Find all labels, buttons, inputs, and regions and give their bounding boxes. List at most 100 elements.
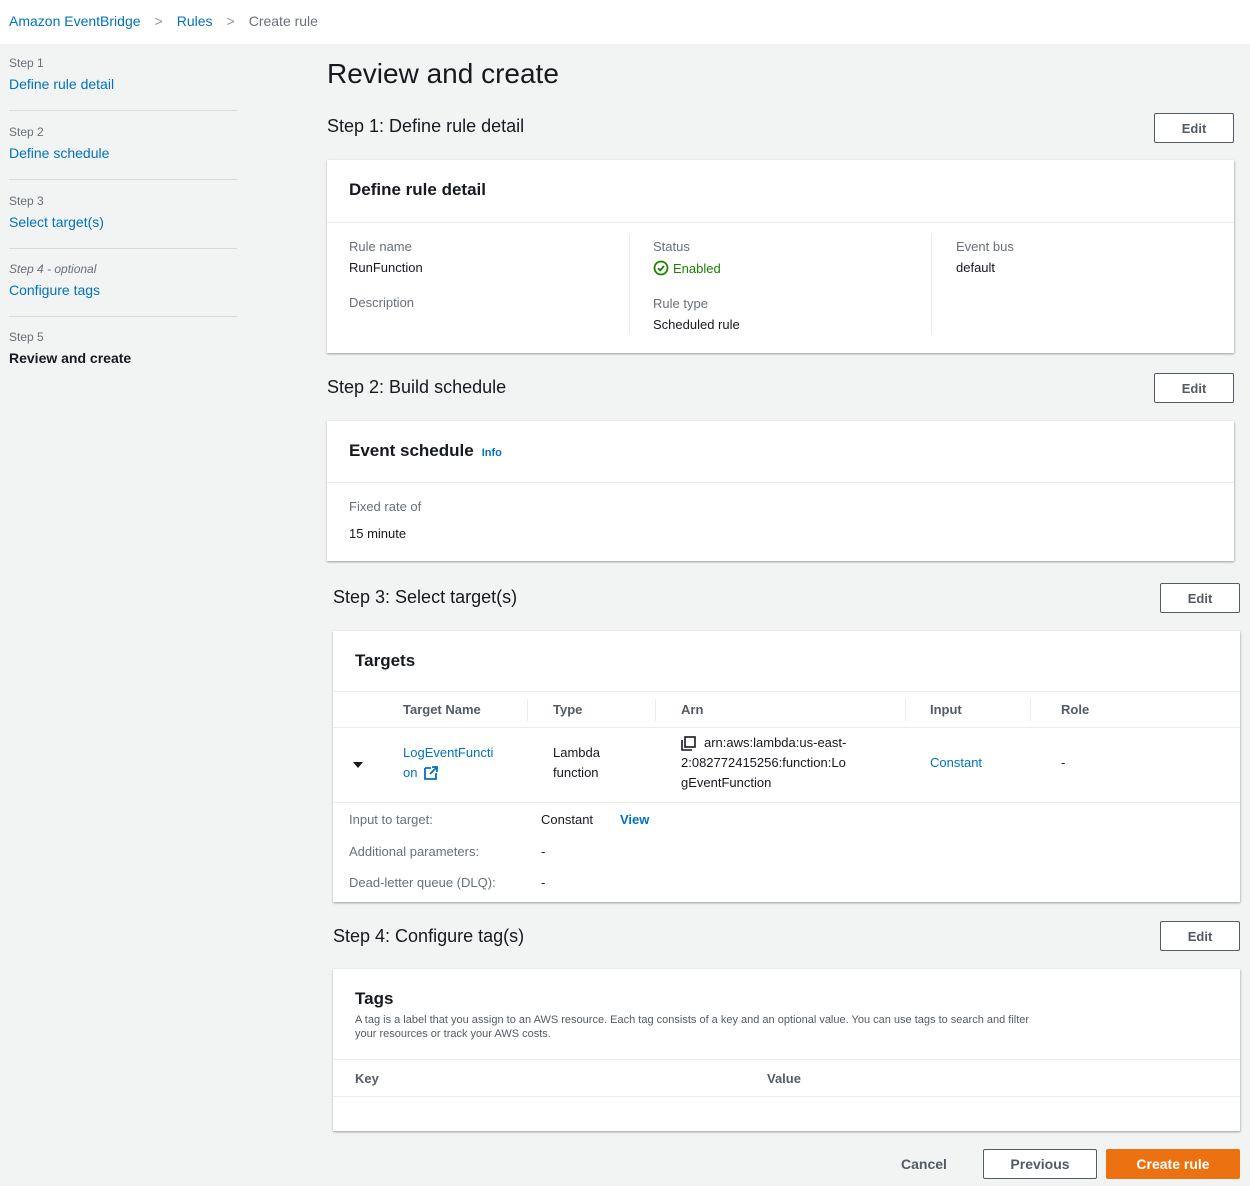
- step4-heading: Step 4: Configure tag(s): [333, 926, 525, 946]
- previous-button[interactable]: Previous: [983, 1149, 1097, 1179]
- column-separator: [905, 699, 906, 721]
- breadcrumb-eventbridge-link[interactable]: Amazon EventBridge: [9, 13, 141, 29]
- step-divider: [9, 179, 237, 180]
- event-schedule-card: Event schedule Info Fixed rate of 15 min…: [327, 421, 1234, 561]
- breadcrumb-chevron-icon: >: [154, 13, 163, 29]
- rule-name-value: RunFunction: [349, 260, 423, 275]
- column-header-arn[interactable]: Arn: [681, 702, 703, 717]
- target-name-line1: LogEventFuncti: [403, 745, 494, 760]
- column-header-value[interactable]: Value: [767, 1071, 801, 1086]
- page-title: Review and create: [327, 58, 559, 89]
- target-type: Lambda function: [553, 743, 600, 783]
- breadcrumb-rules-link[interactable]: Rules: [177, 13, 213, 29]
- target-arn-line2: 2:082772415256:function:Lo: [681, 755, 846, 770]
- dlq-value: -: [541, 875, 546, 890]
- event-bus-label: Event bus: [956, 239, 1014, 254]
- target-input-link[interactable]: Constant: [930, 753, 982, 773]
- step2-edit-button[interactable]: Edit: [1154, 373, 1234, 403]
- tags-description-line2: your resources or track your AWS costs.: [355, 1028, 551, 1040]
- target-type-line2: function: [553, 765, 599, 780]
- card-title: Targets: [355, 651, 416, 670]
- create-rule-button[interactable]: Create rule: [1106, 1149, 1240, 1179]
- wizard-step-current-review: Review and create: [9, 350, 132, 366]
- dlq-label: Dead-letter queue (DLQ):: [349, 875, 496, 890]
- step3-heading: Step 3: Select target(s): [333, 587, 518, 607]
- step4-edit-button[interactable]: Edit: [1160, 921, 1240, 951]
- table-header-divider: [333, 727, 1240, 728]
- rule-type-label: Rule type: [653, 296, 708, 311]
- tags-card: Tags A tag is a label that you assign to…: [333, 969, 1240, 1131]
- card-title: Tags: [355, 989, 394, 1008]
- caret-down-icon[interactable]: [352, 761, 364, 769]
- step-number: Step 2: [9, 125, 44, 139]
- info-link[interactable]: Info: [482, 447, 502, 459]
- description-label: Description: [349, 295, 415, 310]
- step-number: Step 4 - optional: [9, 262, 237, 276]
- cancel-button[interactable]: Cancel: [886, 1149, 962, 1179]
- target-name-link[interactable]: LogEventFuncti on: [403, 743, 493, 783]
- wizard-step-link-configure-tags[interactable]: Configure tags: [9, 282, 237, 298]
- card-divider: [327, 482, 1234, 483]
- event-bus-value: default: [956, 260, 996, 275]
- column-header-role[interactable]: Role: [1061, 702, 1089, 717]
- copy-icon[interactable]: [681, 735, 696, 751]
- column-separator: [527, 699, 528, 721]
- step1-heading: Step 1: Define rule detail: [327, 116, 525, 136]
- rule-detail-card: Define rule detail Rule name RunFunction…: [327, 160, 1234, 353]
- input-to-target-value: Constant: [541, 812, 594, 827]
- table-row-divider: [333, 802, 1240, 803]
- card-divider: [333, 691, 1240, 692]
- additional-parameters-label: Additional parameters:: [349, 844, 480, 859]
- wizard-step-2: Step 2 Define schedule: [9, 125, 237, 161]
- tags-description: A tag is a label that you assign to an A…: [355, 1013, 1225, 1041]
- additional-parameters-value: -: [541, 844, 546, 859]
- column-separator: [931, 234, 932, 334]
- targets-card: Targets Target Name Type Arn Input Role …: [333, 631, 1240, 902]
- wizard-step-link-define-schedule[interactable]: Define schedule: [9, 145, 237, 161]
- check-circle-icon: [653, 260, 669, 276]
- breadcrumb-chevron-icon: >: [226, 13, 235, 29]
- card-divider: [333, 1059, 1240, 1060]
- status-value: Enabled: [653, 260, 721, 276]
- card-title: Define rule detail: [349, 180, 486, 199]
- step-number: Step 5: [9, 330, 44, 344]
- wizard-step-5: Step 5 Review and create: [9, 330, 237, 366]
- column-header-key[interactable]: Key: [355, 1071, 379, 1086]
- tags-description-line1: A tag is a label that you assign to an A…: [355, 1014, 1030, 1026]
- target-name-line2-wrap: on: [403, 763, 493, 783]
- target-role: -: [1061, 755, 1066, 770]
- wizard-step-link-define-rule-detail[interactable]: Define rule detail: [9, 76, 237, 92]
- target-name-line2: on: [403, 765, 418, 780]
- wizard-step-1: Step 1 Define rule detail: [9, 56, 237, 92]
- target-arn-line3: gEventFunction: [681, 775, 772, 790]
- table-header-divider: [333, 1096, 1240, 1097]
- column-header-input[interactable]: Input: [930, 702, 962, 717]
- breadcrumb: Amazon EventBridge > Rules > Create rule: [9, 13, 318, 29]
- target-arn-line1: arn:aws:lambda:us-east-: [704, 735, 847, 750]
- step-divider: [9, 110, 237, 111]
- column-separator: [629, 234, 630, 334]
- step-number-optional: Step 4 - optional: [9, 262, 97, 276]
- step-number: Step 1: [9, 56, 44, 70]
- top-bar: Amazon EventBridge > Rules > Create rule: [0, 0, 1250, 44]
- external-link-icon: [424, 766, 439, 780]
- fixed-rate-label: Fixed rate of: [349, 499, 422, 514]
- status-label: Status: [653, 239, 690, 254]
- step2-heading: Step 2: Build schedule: [327, 377, 507, 397]
- fixed-rate-value: 15 minute: [349, 526, 407, 541]
- target-arn-line1-wrap: arn:aws:lambda:us-east-: [681, 733, 846, 753]
- wizard-step-link-select-targets[interactable]: Select target(s): [9, 214, 237, 230]
- column-header-type[interactable]: Type: [553, 702, 582, 717]
- step1-edit-button[interactable]: Edit: [1154, 113, 1234, 143]
- column-header-target-name[interactable]: Target Name: [403, 702, 481, 717]
- column-separator: [655, 699, 656, 721]
- rule-name-label: Rule name: [349, 239, 412, 254]
- breadcrumb-current: Create rule: [248, 13, 318, 29]
- target-arn: arn:aws:lambda:us-east- 2:082772415256:f…: [681, 733, 846, 793]
- step3-edit-button[interactable]: Edit: [1160, 583, 1240, 613]
- view-input-link[interactable]: View: [620, 812, 649, 827]
- column-separator: [1030, 699, 1031, 721]
- card-title: Event schedule: [349, 441, 474, 460]
- rule-type-value: Scheduled rule: [653, 317, 740, 332]
- step-number: Step 3: [9, 194, 44, 208]
